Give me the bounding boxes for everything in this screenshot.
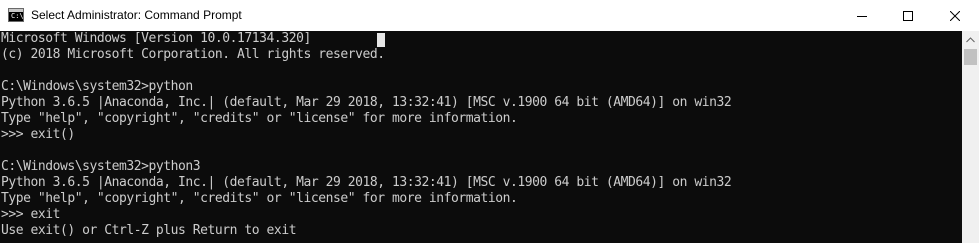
console-line-command: C:\Windows\system32>python3 — [1, 159, 201, 174]
console-line-python-banner: Python 3.6.5 |Anaconda, Inc.| (default, … — [1, 95, 732, 110]
text-cursor — [377, 33, 385, 47]
console-line-repl-input: >>> exit() — [1, 127, 75, 142]
console-line-python-banner: Python 3.6.5 |Anaconda, Inc.| (default, … — [1, 175, 732, 190]
minimize-button[interactable] — [839, 0, 885, 31]
scroll-up-button[interactable] — [962, 31, 979, 48]
chevron-up-icon — [966, 36, 975, 42]
scrollbar-thumb[interactable] — [964, 49, 977, 65]
cmd-icon-glyph: C:\ — [11, 12, 24, 20]
maximize-icon — [903, 10, 913, 21]
window-title: Select Administrator: Command Prompt — [31, 8, 242, 22]
console-output[interactable]: Microsoft Windows [Version 10.0.17134.32… — [0, 31, 962, 243]
console-line-exit-hint: Use exit() or Ctrl-Z plus Return to exit — [1, 223, 297, 238]
cmd-icon[interactable]: C:\ — [8, 8, 24, 22]
console-line-help-hint: Type "help", "copyright", "credits" or "… — [1, 191, 518, 206]
console-line-repl-input: >>> exit — [1, 207, 61, 222]
console-line-command: C:\Windows\system32>python — [1, 79, 193, 94]
close-button[interactable] — [931, 0, 979, 31]
command-prompt-window: C:\ Select Administrator: Command Prompt… — [0, 0, 979, 243]
title-bar[interactable]: C:\ Select Administrator: Command Prompt — [0, 0, 979, 31]
minimize-icon — [857, 15, 867, 17]
console-line-copyright: (c) 2018 Microsoft Corporation. All righ… — [1, 47, 385, 62]
console-line-help-hint: Type "help", "copyright", "credits" or "… — [1, 111, 518, 126]
maximize-button[interactable] — [885, 0, 931, 31]
close-icon — [950, 10, 960, 21]
vertical-scrollbar[interactable] — [962, 31, 979, 243]
console-line-version: Microsoft Windows [Version 10.0.17134.32… — [1, 31, 311, 46]
